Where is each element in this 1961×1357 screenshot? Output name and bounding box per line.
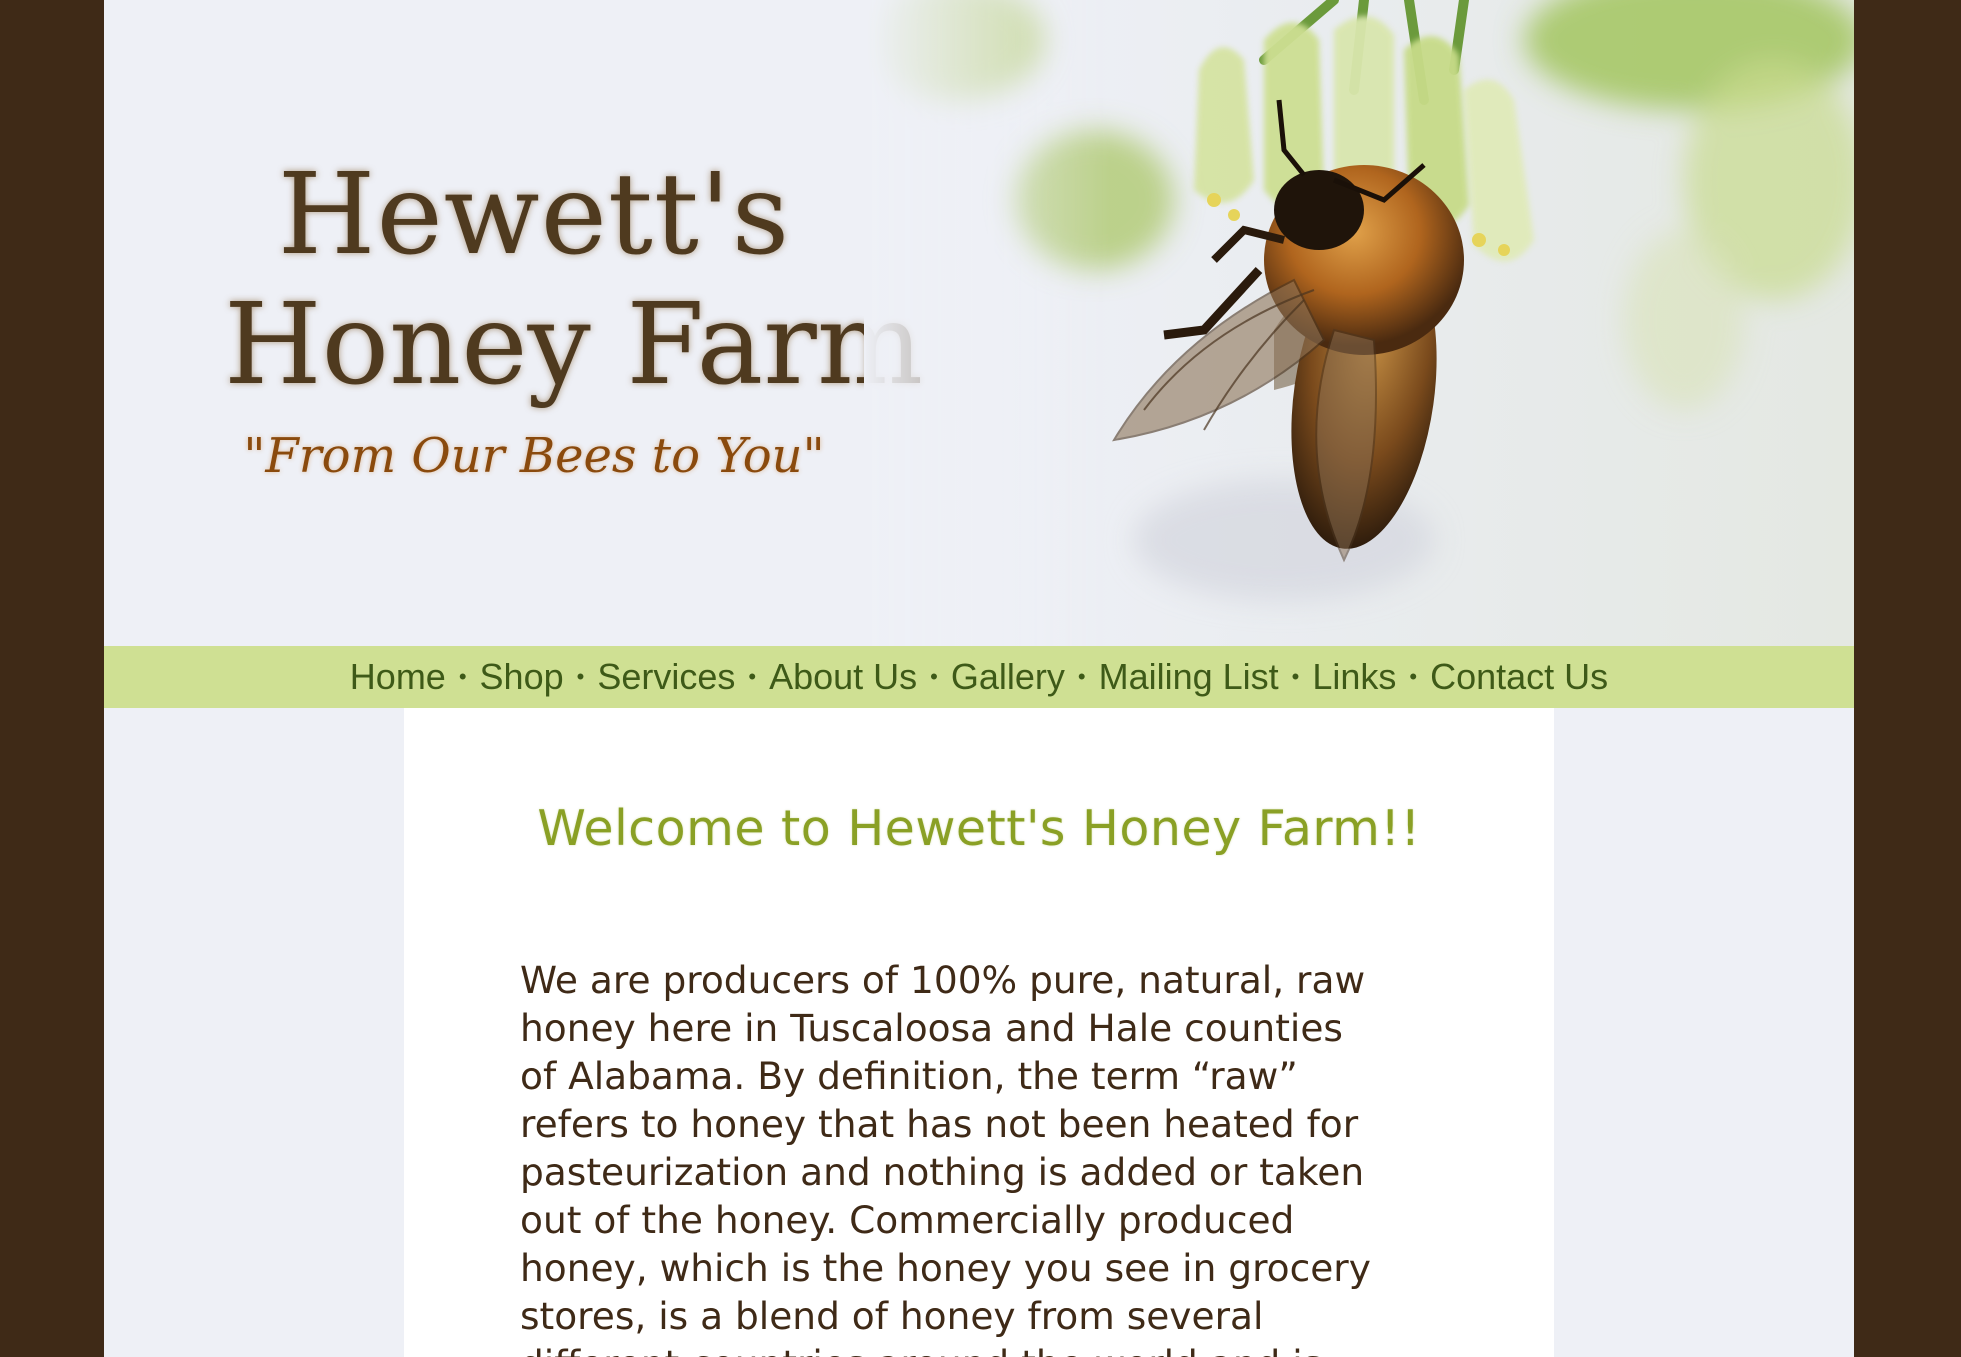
welcome-heading: Welcome to Hewett's Honey Farm!! [537, 800, 1421, 857]
nav-home[interactable]: Home [350, 656, 446, 698]
nav-links[interactable]: Links [1312, 656, 1396, 698]
main-navigation: Home • Shop • Services • About Us • Gall… [104, 646, 1854, 708]
paragraph-line: of Alabama. By definition, the term “raw… [520, 1054, 1298, 1098]
header-banner: Hewett's Honey Farm "From Our Bees to Yo… [104, 0, 1854, 646]
nav-shop[interactable]: Shop [480, 656, 564, 698]
nav-separator: • [458, 664, 467, 689]
nav-contact-us[interactable]: Contact Us [1430, 656, 1608, 698]
logo-tagline: "From Our Bees to You" [243, 428, 825, 484]
logo-line-2: Honey Farm [224, 280, 924, 410]
main-content: Welcome to Hewett's Honey Farm!! We are … [404, 708, 1554, 1357]
paragraph-line: We are producers of 100% pure, natural, … [520, 958, 1366, 1002]
intro-paragraph: We are producers of 100% pure, natural, … [520, 956, 1450, 1357]
paragraph-line: out of the honey. Commercially produced [520, 1198, 1295, 1242]
paragraph-line: pasteurization and nothing is added or t… [520, 1150, 1365, 1194]
paragraph-line: stores, is a blend of honey from several [520, 1294, 1264, 1338]
bee-on-flower-photo [864, 0, 1854, 646]
nav-about-us[interactable]: About Us [769, 656, 917, 698]
nav-separator: • [748, 664, 757, 689]
nav-mailing-list[interactable]: Mailing List [1099, 656, 1279, 698]
nav-separator: • [1409, 664, 1418, 689]
nav-separator: • [930, 664, 938, 689]
site-logo[interactable]: Hewett's Honey Farm "From Our Bees to Yo… [224, 150, 924, 484]
nav-separator: • [576, 664, 585, 689]
nav-separator: • [1291, 664, 1300, 689]
nav-separator: • [1077, 664, 1086, 689]
nav-services[interactable]: Services [597, 656, 735, 698]
nav-gallery[interactable]: Gallery [951, 656, 1065, 698]
paragraph-line: honey, which is the honey you see in gro… [520, 1246, 1371, 1290]
paragraph-line: refers to honey that has not been heated… [520, 1102, 1359, 1146]
paragraph-line: different countries around the world and… [520, 1340, 1450, 1357]
paragraph-line: honey here in Tuscaloosa and Hale counti… [520, 1006, 1343, 1050]
logo-line-1: Hewett's [277, 150, 791, 280]
page-container: Hewett's Honey Farm "From Our Bees to Yo… [104, 0, 1854, 1357]
